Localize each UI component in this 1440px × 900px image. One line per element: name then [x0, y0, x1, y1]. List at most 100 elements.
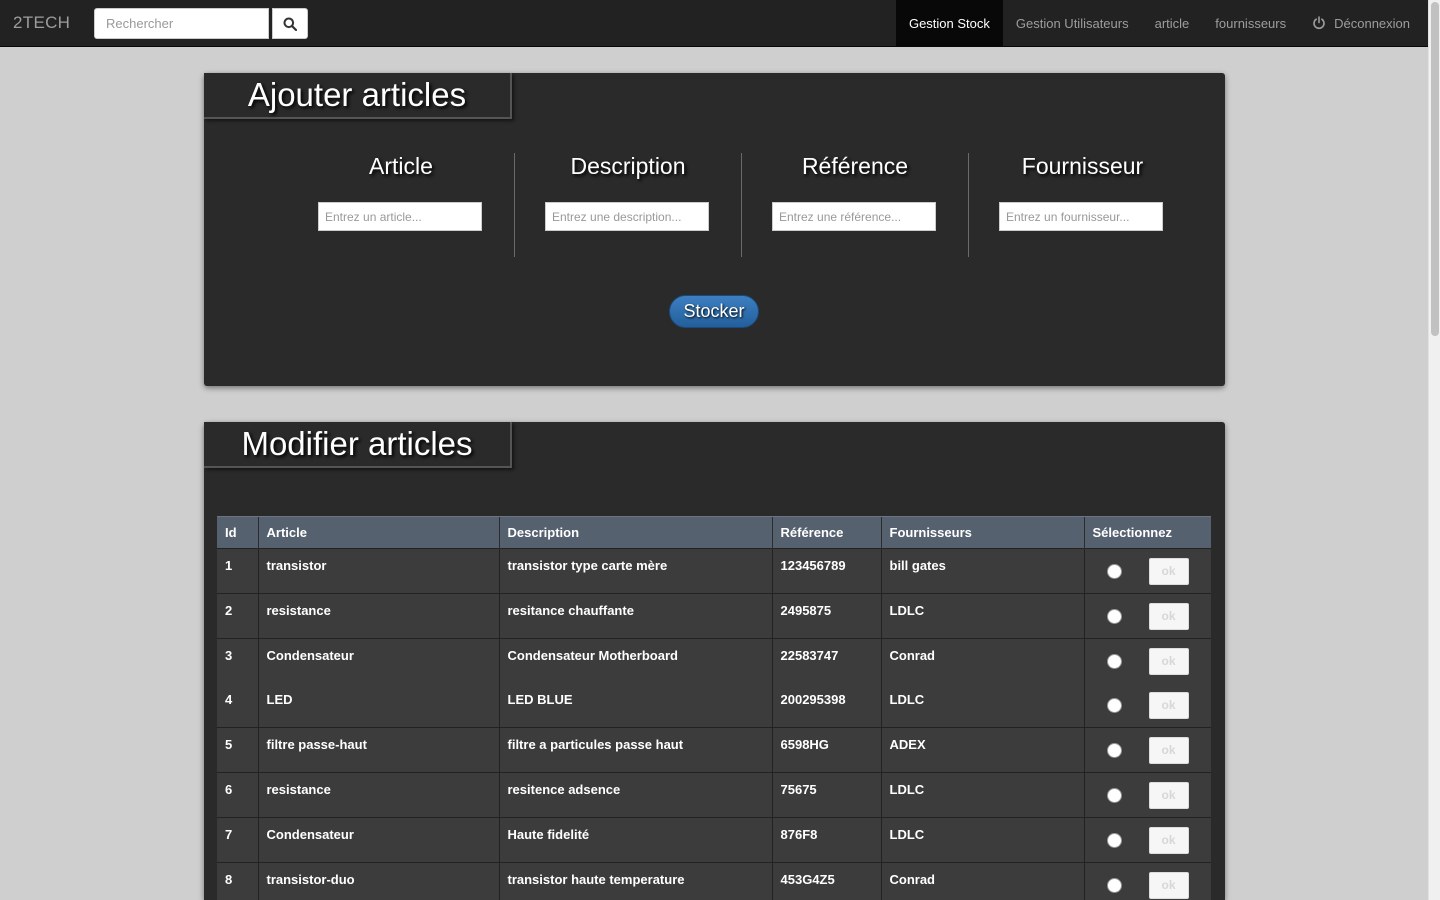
cell-description: LED BLUE [498, 683, 772, 728]
add-article-form: Article Description Référence Fournisseu… [288, 153, 1196, 257]
cell-article: Condensateur [257, 638, 499, 683]
cell-select: ok [1083, 817, 1212, 863]
cell-select: ok [1083, 593, 1211, 639]
cell-fournisseur: bill gates [880, 548, 1084, 594]
cell-article: transistor [257, 548, 499, 594]
nav-item-article[interactable]: article [1142, 0, 1203, 46]
nav-item-deconnexion[interactable]: Déconnexion [1299, 0, 1428, 46]
select-radio[interactable] [1106, 787, 1122, 803]
field-reference: Référence [742, 153, 969, 257]
cell-select: ok [1083, 638, 1212, 683]
select-radio[interactable] [1106, 877, 1122, 893]
select-radio[interactable] [1106, 742, 1122, 758]
cell-select: ok [1083, 683, 1212, 728]
cell-select: ok [1083, 862, 1212, 900]
cell-reference: 200295398 [771, 683, 881, 728]
table-row: 8 transistor-duo transistor haute temperat… [217, 862, 1212, 900]
select-radio[interactable] [1106, 563, 1122, 579]
ok-button[interactable]: ok [1148, 602, 1189, 630]
select-controls: ok [1085, 773, 1212, 817]
column-header-selectionnez: Sélectionnez [1083, 516, 1211, 549]
description-input[interactable] [545, 202, 709, 231]
select-controls: ok [1085, 549, 1212, 593]
cell-id: 4 [217, 683, 258, 728]
cell-id: 6 [217, 772, 258, 818]
articles-table: Id Article Description Référence Fournis… [217, 516, 1211, 900]
table-row: 7 Condensateur Haute fidelité 876F8 LDLC ok [217, 817, 1212, 863]
select-controls: ok [1085, 863, 1212, 900]
ok-button[interactable]: ok [1148, 691, 1189, 719]
column-header-fournisseurs: Fournisseurs [880, 516, 1084, 549]
nav-item-fournisseurs[interactable]: fournisseurs [1202, 0, 1299, 46]
cell-description: transistor type carte mère [498, 548, 772, 594]
nav-menu: Gestion Stock Gestion Utilisateurs artic… [895, 0, 1428, 46]
edit-articles-panel: Modifier articles Id Article Description… [204, 422, 1225, 900]
nav-item-gestion-stock[interactable]: Gestion Stock [895, 0, 1003, 46]
cell-article: transistor-duo [257, 862, 499, 900]
article-input[interactable] [318, 202, 482, 231]
search-icon [283, 17, 297, 31]
nav-item-label: Déconnexion [1334, 15, 1410, 31]
reference-input[interactable] [772, 202, 936, 231]
select-radio[interactable] [1106, 653, 1122, 669]
add-articles-panel: Ajouter articles Article Description Réf… [204, 73, 1225, 386]
brand-logo[interactable]: 2TECH [13, 13, 70, 33]
column-header-reference: Référence [771, 516, 881, 549]
search-input[interactable] [94, 8, 269, 39]
ok-button[interactable]: ok [1148, 781, 1189, 809]
ok-button[interactable]: ok [1148, 647, 1189, 675]
cell-reference: 22583747 [771, 638, 881, 683]
table-header-row: Id Article Description Référence Fournis… [217, 516, 1211, 549]
select-radio[interactable] [1106, 697, 1122, 713]
power-icon [1312, 16, 1326, 30]
cell-fournisseur: Conrad [880, 638, 1084, 683]
ok-button[interactable]: ok [1148, 736, 1189, 764]
nav-item-label: Gestion Utilisateurs [1015, 15, 1129, 31]
select-radio[interactable] [1106, 608, 1122, 624]
select-controls: ok [1085, 818, 1212, 862]
cell-description: Haute fidelité [498, 817, 772, 863]
ok-button[interactable]: ok [1148, 826, 1189, 854]
cell-article: filtre passe-haut [257, 727, 499, 773]
top-navbar: 2TECH Gestion Stock Gestion Utilisateurs… [0, 0, 1428, 47]
cell-fournisseur: Conrad [880, 862, 1084, 900]
cell-id: 3 [217, 638, 258, 683]
cell-fournisseur: ADEX [880, 727, 1084, 773]
field-article: Article [288, 153, 515, 257]
cell-reference: 876F8 [771, 817, 881, 863]
search-button[interactable] [272, 8, 308, 39]
cell-description: filtre a particules passe haut [498, 727, 772, 773]
cell-fournisseur: LDLC [880, 683, 1084, 728]
cell-description: Condensateur Motherboard [498, 638, 772, 683]
select-radio[interactable] [1106, 832, 1122, 848]
field-label: Article [369, 153, 433, 179]
select-controls: ok [1085, 639, 1212, 683]
cell-id: 1 [217, 548, 258, 594]
stocker-button[interactable]: Stocker [669, 295, 759, 328]
scrollbar-thumb[interactable] [1431, 2, 1439, 336]
cell-fournisseur: LDLC [880, 772, 1084, 818]
cell-reference: 453G4Z5 [771, 862, 881, 900]
cell-select: ok [1083, 548, 1212, 594]
fournisseur-input[interactable] [999, 202, 1163, 231]
field-label: Description [570, 153, 686, 179]
cell-article: LED [257, 683, 499, 728]
table-row: 4 LED LED BLUE 200295398 LDLC ok [217, 683, 1211, 728]
field-fournisseur: Fournisseur [969, 153, 1196, 257]
column-header-id: Id [217, 516, 258, 549]
cell-id: 2 [217, 593, 258, 639]
cell-article: resistance [257, 593, 499, 639]
panel-title: Modifier articles [241, 425, 473, 462]
cell-article: resistance [257, 772, 499, 818]
panel-title-tab: Ajouter articles [204, 73, 512, 119]
cell-description: transistor haute temperature [498, 862, 772, 900]
nav-item-gestion-utilisateurs[interactable]: Gestion Utilisateurs [1003, 0, 1142, 46]
select-controls: ok [1085, 683, 1212, 727]
ok-button[interactable]: ok [1148, 871, 1189, 899]
cell-reference: 75675 [771, 772, 881, 818]
page-scrollbar[interactable] [1428, 0, 1440, 900]
column-header-article: Article [257, 516, 499, 549]
cell-id: 5 [217, 727, 258, 773]
field-label: Référence [801, 153, 909, 179]
ok-button[interactable]: ok [1148, 557, 1189, 585]
